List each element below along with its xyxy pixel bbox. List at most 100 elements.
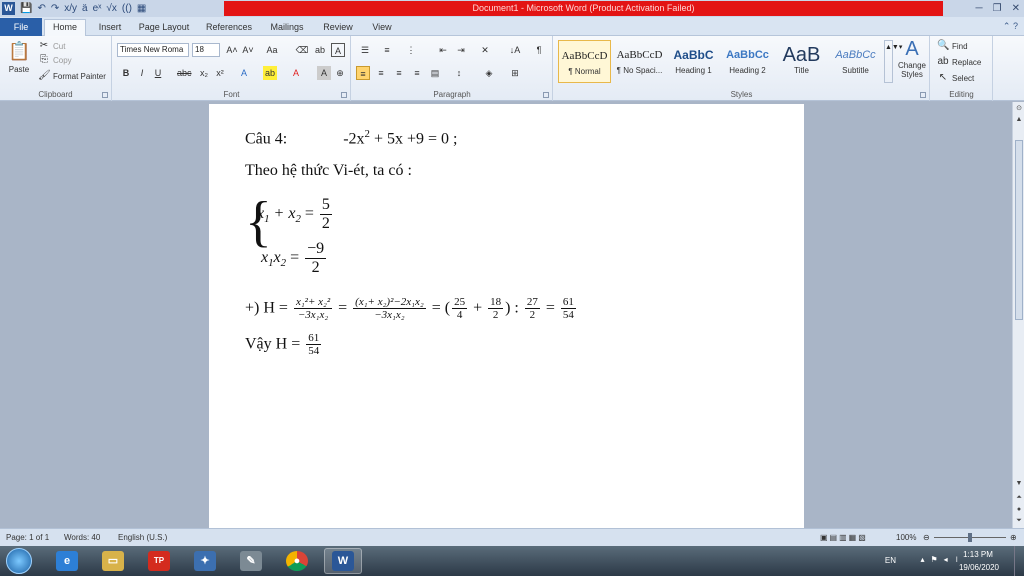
scroll-thumb[interactable] xyxy=(1015,140,1023,320)
numbering-icon[interactable]: ≡ xyxy=(380,43,394,57)
tab-view[interactable]: View xyxy=(368,20,396,36)
enclose-char-icon[interactable]: ⊕ xyxy=(333,66,347,80)
asian-layout-icon[interactable]: ✕ xyxy=(478,43,492,57)
change-styles-button[interactable]: A Change Styles xyxy=(896,38,928,79)
next-page-icon[interactable]: ⏷ xyxy=(1014,517,1024,527)
justify-icon[interactable]: ≡ xyxy=(410,66,424,80)
line-spacing-icon[interactable]: ↕ xyxy=(452,66,466,80)
strikethrough-icon[interactable]: abc xyxy=(177,66,192,80)
find-button[interactable]: 🔍 Find xyxy=(937,40,968,52)
browse-object-icon[interactable]: ● xyxy=(1014,506,1024,516)
vertical-scrollbar[interactable]: ⊙ ▲ ▼ ⏶ ● ⏷ xyxy=(1012,102,1024,528)
word-count[interactable]: Words: 40 xyxy=(64,533,100,542)
zoom-thumb[interactable] xyxy=(968,533,972,542)
app-tp-taskbar-button[interactable]: TP xyxy=(140,548,178,574)
radical-icon[interactable]: √x xyxy=(106,2,117,16)
font-name-select[interactable]: Times New Roma xyxy=(117,43,189,57)
clock-time[interactable]: 1:13 PM xyxy=(958,550,998,559)
minimize-button[interactable]: ─ xyxy=(976,3,983,14)
scroll-down-icon[interactable]: ▼ xyxy=(1014,480,1024,490)
minimize-ribbon-icon[interactable]: ⌃ xyxy=(1003,21,1011,31)
close-button[interactable]: ✕ xyxy=(1012,3,1020,14)
brackets-icon[interactable]: (() xyxy=(122,2,132,16)
font-launcher-icon[interactable] xyxy=(341,92,347,98)
bullets-icon[interactable]: ☰ xyxy=(358,43,372,57)
style-title[interactable]: AaB Title xyxy=(775,40,828,83)
shading-icon[interactable]: ◈ xyxy=(482,66,496,80)
tab-insert[interactable]: Insert xyxy=(92,20,128,36)
align-left-icon[interactable]: ≡ xyxy=(356,66,370,80)
restore-button[interactable]: ❐ xyxy=(993,3,1002,14)
zoom-out-icon[interactable]: ⊖ xyxy=(923,533,930,542)
clear-format-icon[interactable]: ⌫ xyxy=(295,43,309,57)
tab-review[interactable]: Review xyxy=(319,20,357,36)
prev-page-icon[interactable]: ⏶ xyxy=(1014,494,1024,504)
distributed-icon[interactable]: ▤ xyxy=(428,66,442,80)
cut-button[interactable]: ✂ Cut xyxy=(38,40,66,52)
replace-button[interactable]: ab Replace xyxy=(937,56,981,68)
font-size-select[interactable]: 18 xyxy=(192,43,220,57)
phonetic-guide-icon[interactable]: ab xyxy=(313,43,327,57)
help-icon[interactable]: ? xyxy=(1013,21,1018,31)
style-heading-2[interactable]: AaBbCc Heading 2 xyxy=(721,40,774,83)
bold-icon[interactable]: B xyxy=(119,66,133,80)
text-effects-icon[interactable]: A xyxy=(237,66,251,80)
start-button[interactable] xyxy=(6,548,32,574)
borders-icon[interactable]: ⊞ xyxy=(508,66,522,80)
styles-scroll[interactable]: ▲▼▾ xyxy=(884,40,902,83)
tab-mailings[interactable]: Mailings xyxy=(266,20,308,36)
style-normal[interactable]: AaBbCcD ¶ Normal xyxy=(558,40,611,83)
char-shading-icon[interactable]: A xyxy=(317,66,331,80)
multilevel-list-icon[interactable]: ⋮ xyxy=(404,43,418,57)
underline-icon[interactable]: U xyxy=(151,66,165,80)
language[interactable]: English (U.S.) xyxy=(118,533,167,542)
paste-button[interactable]: 📋 Paste xyxy=(6,40,32,84)
tab-file[interactable]: File xyxy=(0,18,42,36)
styles-launcher-icon[interactable] xyxy=(920,92,926,98)
align-right-icon[interactable]: ≡ xyxy=(392,66,406,80)
chrome-taskbar-button[interactable]: ● xyxy=(278,548,316,574)
ie-taskbar-button[interactable]: e xyxy=(48,548,86,574)
shrink-font-icon[interactable]: A˅ xyxy=(241,43,255,57)
font-color-icon[interactable]: A xyxy=(289,66,303,80)
zoom-in-icon[interactable]: ⊕ xyxy=(1010,533,1017,542)
fraction-icon[interactable]: x/y xyxy=(64,2,77,16)
char-border-icon[interactable]: A xyxy=(331,43,345,57)
decrease-indent-icon[interactable]: ⇤ xyxy=(436,43,450,57)
explorer-taskbar-button[interactable]: ▭ xyxy=(94,548,132,574)
show-marks-icon[interactable]: ¶ xyxy=(532,43,546,57)
highlight-icon[interactable]: ab xyxy=(263,66,277,80)
select-button[interactable]: ↖ Select xyxy=(937,72,974,84)
format-painter-button[interactable]: 🖌 Format Painter xyxy=(38,70,106,82)
copy-button[interactable]: ⎘ Copy xyxy=(38,54,72,66)
tab-references[interactable]: References xyxy=(203,20,255,36)
style-heading-1[interactable]: AaBbC Heading 1 xyxy=(667,40,720,83)
word-taskbar-button[interactable]: W xyxy=(324,548,362,574)
document-page[interactable]: Câu 4: -2x2 + 5x +9 = 0 ; Theo hệ thức Vi… xyxy=(209,104,804,528)
clock-date[interactable]: 19/06/2020 xyxy=(954,563,1004,572)
save-icon[interactable]: 💾 xyxy=(20,2,32,16)
umlaut-icon[interactable]: ä xyxy=(82,2,88,16)
grow-font-icon[interactable]: A˄ xyxy=(225,43,239,57)
paragraph-launcher-icon[interactable] xyxy=(543,92,549,98)
style-subtitle[interactable]: AaBbCc Subtitle xyxy=(829,40,882,83)
app-tools-taskbar-button[interactable]: ✎ xyxy=(232,548,270,574)
clipboard-launcher-icon[interactable] xyxy=(102,92,108,98)
redo-icon[interactable]: ↷ xyxy=(51,2,59,16)
align-center-icon[interactable]: ≡ xyxy=(374,66,388,80)
subscript-icon[interactable]: x₂ xyxy=(197,66,211,80)
show-desktop-button[interactable] xyxy=(1014,546,1024,576)
tab-page-layout[interactable]: Page Layout xyxy=(136,20,192,36)
app-network-taskbar-button[interactable]: ✦ xyxy=(186,548,224,574)
tab-home[interactable]: Home xyxy=(44,19,86,37)
undo-icon[interactable]: ↶ xyxy=(37,2,45,16)
page-count[interactable]: Page: 1 of 1 xyxy=(6,533,49,542)
sort-icon[interactable]: ↓A xyxy=(508,43,522,57)
zoom-level[interactable]: 100% xyxy=(896,533,916,542)
increase-indent-icon[interactable]: ⇥ xyxy=(454,43,468,57)
view-buttons-icon[interactable]: ▣▤▥▦▧ xyxy=(820,533,868,542)
scroll-up-icon[interactable]: ▲ xyxy=(1014,116,1024,126)
input-language[interactable]: EN xyxy=(885,556,896,565)
ruler-toggle-icon[interactable]: ⊙ xyxy=(1014,104,1024,114)
italic-icon[interactable]: I xyxy=(135,66,149,80)
